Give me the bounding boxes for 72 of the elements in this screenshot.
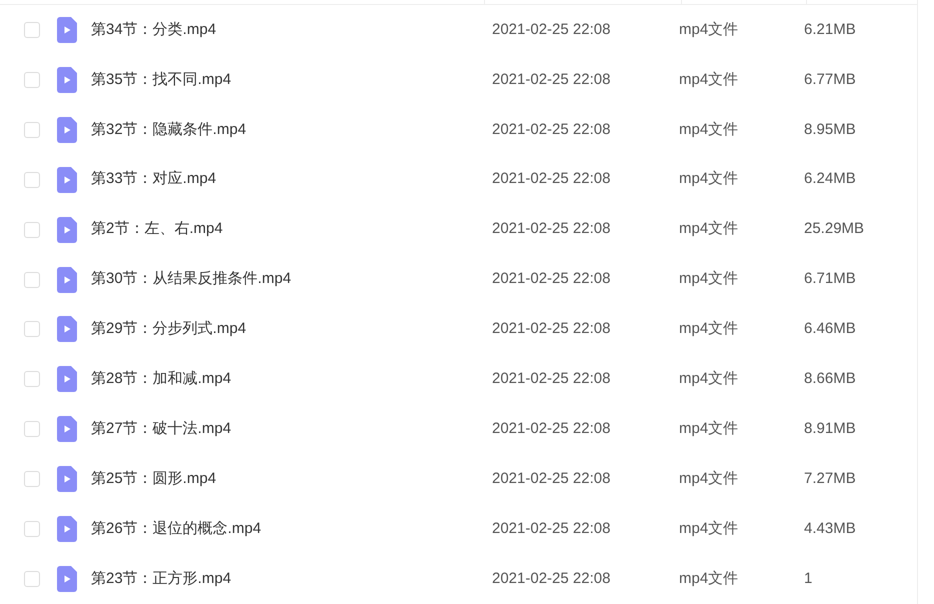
- file-type: mp4文件: [679, 319, 740, 340]
- checkbox[interactable]: [24, 272, 40, 288]
- file-name[interactable]: 第35节：找不同.mp4: [91, 68, 492, 92]
- video-file-icon: [57, 216, 77, 243]
- file-name[interactable]: 第25节：圆形.mp4: [91, 468, 492, 490]
- file-name[interactable]: 第33节：对应.mp4: [91, 168, 492, 191]
- checkbox[interactable]: [24, 421, 40, 438]
- file-name[interactable]: 第26节：退位的概念.mp4: [91, 518, 492, 540]
- file-name[interactable]: 第30节：从结果反推条件.mp4: [91, 268, 492, 291]
- file-type: mp4文件: [679, 70, 740, 90]
- file-size: 6.77MB: [804, 70, 856, 90]
- modified-date: 2021-02-25 22:08: [492, 369, 612, 390]
- video-file-icon: [57, 366, 77, 392]
- checkbox[interactable]: [24, 72, 40, 88]
- file-size: 6.46MB: [804, 319, 856, 340]
- checkbox[interactable]: [24, 222, 40, 238]
- file-size: 4.43MB: [804, 518, 856, 539]
- file-type: mp4文件: [679, 469, 740, 489]
- checkbox[interactable]: [24, 22, 40, 38]
- video-file-icon: [57, 66, 77, 93]
- file-type: mp4文件: [679, 568, 740, 589]
- file-name[interactable]: 第28节：加和减.mp4: [91, 368, 492, 391]
- file-size: 8.95MB: [804, 120, 856, 140]
- video-file-icon: [57, 266, 77, 293]
- modified-date: 2021-02-25 22:08: [492, 568, 612, 589]
- video-file-icon: [57, 116, 77, 143]
- modified-date: 2021-02-25 22:08: [492, 169, 612, 190]
- checkbox[interactable]: [24, 321, 40, 338]
- file-size: 8.66MB: [804, 369, 856, 390]
- file-type: mp4文件: [679, 169, 740, 190]
- file-type: mp4文件: [679, 219, 740, 240]
- modified-date: 2021-02-25 22:08: [492, 269, 612, 290]
- modified-date: 2021-02-25 22:08: [492, 518, 612, 539]
- video-file-icon: [57, 566, 77, 592]
- video-file-icon: [57, 316, 77, 342]
- file-type: mp4文件: [679, 269, 740, 290]
- video-file-icon: [57, 16, 77, 43]
- video-file-icon: [57, 466, 77, 492]
- checkbox[interactable]: [24, 172, 40, 188]
- file-type: mp4文件: [679, 369, 740, 390]
- modified-date: 2021-02-25 22:08: [492, 20, 612, 40]
- file-type: mp4文件: [679, 20, 740, 40]
- video-file-icon: [57, 516, 77, 542]
- file-size: 6.24MB: [804, 169, 856, 190]
- modified-date: 2021-02-25 22:08: [492, 120, 612, 140]
- checkbox[interactable]: [24, 471, 40, 488]
- modified-date: 2021-02-25 22:08: [492, 219, 612, 240]
- modified-date: 2021-02-25 22:08: [492, 469, 612, 489]
- checkbox[interactable]: [24, 521, 40, 538]
- video-file-icon: [57, 416, 77, 442]
- checkbox[interactable]: [24, 571, 40, 588]
- file-name[interactable]: 第2节：左、右.mp4: [91, 218, 492, 241]
- video-file-icon: [57, 166, 77, 193]
- file-size: 7.27MB: [804, 469, 856, 489]
- file-name[interactable]: 第34节：分类.mp4: [91, 18, 492, 42]
- file-size: 6.71MB: [804, 269, 856, 290]
- modified-date: 2021-02-25 22:08: [492, 70, 612, 90]
- file-name[interactable]: 第32节：隐藏条件.mp4: [91, 118, 492, 142]
- file-name[interactable]: 第23节：正方形.mp4: [91, 568, 492, 590]
- file-name[interactable]: 第27节：破十法.mp4: [91, 418, 492, 441]
- file-size: 1: [804, 568, 812, 589]
- file-size: 25.29MB: [804, 219, 864, 240]
- file-type: mp4文件: [679, 120, 740, 140]
- file-name[interactable]: 第29节：分步列式.mp4: [91, 318, 492, 341]
- checkbox[interactable]: [24, 122, 40, 138]
- file-size: 8.91MB: [804, 419, 856, 440]
- modified-date: 2021-02-25 22:08: [492, 419, 612, 440]
- checkbox[interactable]: [24, 371, 40, 388]
- modified-date: 2021-02-25 22:08: [492, 319, 612, 340]
- file-size: 6.21MB: [804, 20, 856, 40]
- file-type: mp4文件: [679, 419, 740, 440]
- file-type: mp4文件: [679, 518, 740, 539]
